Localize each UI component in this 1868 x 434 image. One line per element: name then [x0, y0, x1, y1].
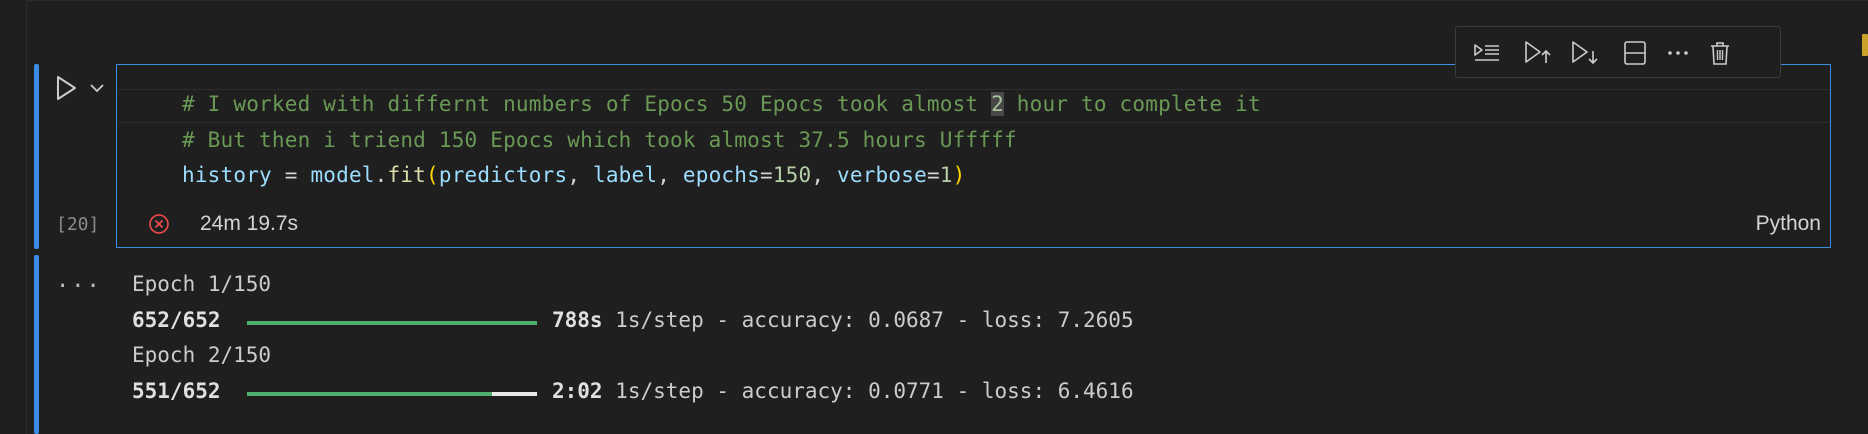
output-more-button[interactable]: ··· [56, 274, 102, 299]
comment-text: hour to complete it [1003, 92, 1261, 116]
operator-token: . [374, 163, 388, 187]
keyword-arg-token: epochs [682, 163, 760, 187]
epoch-header: Epoch 2/150 [132, 343, 272, 367]
delete-cell-button[interactable] [1704, 37, 1736, 69]
more-actions-button[interactable] [1662, 37, 1694, 69]
epoch-stats: 1s/step - accuracy: 0.0687 - loss: 7.260… [602, 308, 1134, 332]
paren-token: ( [426, 163, 439, 187]
variable-token: predictors [438, 163, 568, 187]
delete-icon [1711, 42, 1729, 65]
epoch-progress-bar [247, 392, 537, 396]
execute-above-icon [1525, 41, 1551, 63]
run-by-line-button[interactable] [1471, 37, 1503, 69]
progress-fill [247, 392, 493, 396]
variable-token: history [182, 163, 272, 187]
execution-duration: 24m 19.7s [200, 212, 299, 235]
scrollbar-marker[interactable] [1862, 34, 1868, 56]
epoch-steps: 551/652 [132, 379, 221, 403]
progress-fill [247, 321, 537, 325]
epoch-progress-bar [247, 321, 537, 325]
execute-below-button[interactable] [1569, 37, 1601, 69]
run-cell-button[interactable] [52, 74, 80, 102]
epoch-header: Epoch 1/150 [132, 272, 272, 296]
comment-text: # I worked with differnt numbers of Epoc… [182, 92, 992, 116]
epoch-time: 2:02 [552, 379, 603, 403]
epoch-metrics: 2:02 1s/step - accuracy: 0.0771 - loss: … [552, 379, 1134, 403]
operator-token: , [657, 163, 683, 187]
chevron-down-icon [90, 84, 104, 93]
code-line-3[interactable]: history = model.fit(predictors, label, e… [182, 163, 965, 187]
operator-token: , [567, 163, 593, 187]
keyword-arg-token: verbose [837, 163, 927, 187]
kernel-language-button[interactable]: Python [1756, 212, 1821, 236]
cell-focus-bar[interactable] [34, 64, 39, 249]
output-focus-bar[interactable] [34, 255, 39, 434]
code-line-1[interactable]: # I worked with differnt numbers of Epoc… [182, 92, 1261, 116]
execution-count: [20] [56, 214, 100, 235]
run-options-button[interactable] [88, 79, 106, 97]
operator-token: = [271, 163, 311, 187]
number-token: 1 [939, 163, 953, 187]
execute-below-icon [1572, 41, 1598, 65]
epoch-stats: 1s/step - accuracy: 0.0771 - loss: 6.461… [602, 379, 1134, 403]
cell-toolbar [1455, 26, 1781, 78]
paren-token: ) [952, 163, 966, 187]
epoch-time: 788s [552, 308, 603, 332]
more-icon [1668, 51, 1688, 55]
operator-token: , [811, 163, 838, 187]
function-token: fit [387, 163, 427, 187]
top-divider [26, 0, 1868, 1]
text-cursor: 2 [991, 92, 1004, 116]
gutter-line [26, 0, 27, 434]
notebook-view: [20] # I worked with differnt numbers of… [0, 0, 1868, 434]
number-token: 150 [772, 163, 812, 187]
play-icon [57, 76, 76, 100]
split-cell-button[interactable] [1619, 37, 1651, 69]
split-cell-icon [1624, 41, 1646, 65]
epoch-steps: 652/652 [132, 308, 221, 332]
error-circle-icon[interactable] [148, 213, 170, 235]
variable-token: model [310, 163, 375, 187]
code-line-2[interactable]: # But then i triend 150 Epocs which took… [182, 128, 1017, 152]
execute-above-button[interactable] [1522, 37, 1554, 69]
operator-token: = [759, 163, 773, 187]
variable-token: label [593, 163, 658, 187]
run-by-line-icon [1474, 44, 1499, 61]
operator-token: = [926, 163, 940, 187]
epoch-metrics: 788s 1s/step - accuracy: 0.0687 - loss: … [552, 308, 1134, 332]
